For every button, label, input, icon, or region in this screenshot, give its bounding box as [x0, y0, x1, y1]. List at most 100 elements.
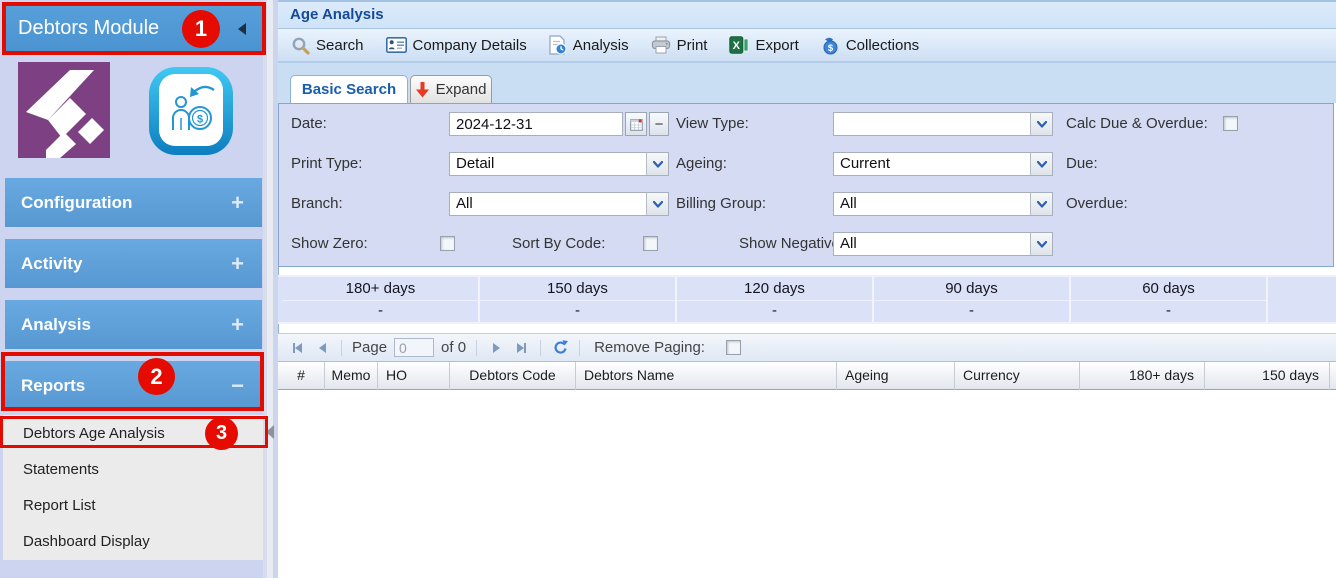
bucket-value: - — [874, 301, 1069, 322]
view-type-label: View Type: — [676, 112, 749, 136]
collections-label: Collections — [846, 37, 919, 54]
results-table-header: # Memo HO Debtors Code Debtors Name Agei… — [278, 362, 1336, 390]
submenu-label: Report List — [23, 497, 96, 514]
search-icon — [291, 36, 310, 55]
date-input[interactable] — [449, 112, 623, 136]
bucket-label: 150 days — [480, 277, 675, 301]
separator — [540, 340, 541, 356]
section-label: Configuration — [21, 193, 132, 213]
sidebar-item-analysis[interactable]: Analysis + — [5, 300, 262, 349]
chevron-down-icon — [646, 153, 668, 175]
sort-by-code-checkbox[interactable] — [643, 236, 658, 251]
next-page-button[interactable] — [487, 339, 505, 357]
clear-date-button[interactable]: − — [649, 112, 669, 136]
bucket-150-days: 150 days - — [480, 277, 677, 322]
section-label: Activity — [21, 254, 82, 274]
submenu-item-statements[interactable]: Statements — [3, 451, 263, 487]
bucket-120-days: 120 days - — [677, 277, 874, 322]
bucket-partial — [1268, 277, 1336, 322]
splitter-collapse-icon[interactable] — [266, 425, 274, 439]
ageing-label: Ageing: — [676, 152, 727, 176]
annotation-step-3: 3 — [205, 417, 238, 450]
sidebar-title: Debtors Module — [18, 17, 159, 40]
svg-text:X: X — [733, 40, 741, 52]
view-type-value — [834, 113, 1030, 135]
remove-paging-checkbox[interactable] — [726, 340, 741, 355]
column-header-debtors-name[interactable]: Debtors Name — [576, 362, 837, 390]
submenu-item-dashboard-display[interactable]: Dashboard Display — [3, 523, 263, 559]
company-details-button[interactable]: Company Details — [379, 34, 534, 57]
chevron-down-icon — [1030, 233, 1052, 255]
column-header-number[interactable]: # — [278, 362, 325, 390]
printer-icon — [651, 36, 671, 54]
sidebar-collapse-icon[interactable] — [238, 23, 246, 35]
sidebar-item-activity[interactable]: Activity + — [5, 239, 262, 288]
bucket-60-days: 60 days - — [1071, 277, 1268, 322]
page-number-input[interactable] — [394, 338, 434, 357]
show-negative-dropdown[interactable]: All — [833, 232, 1053, 256]
bucket-label: 90 days — [874, 277, 1069, 301]
section-label: Reports — [21, 376, 85, 396]
collections-button[interactable]: $ Collections — [814, 33, 926, 58]
billing-group-label: Billing Group: — [676, 192, 766, 216]
search-button[interactable]: Search — [284, 33, 371, 58]
refresh-button[interactable] — [551, 339, 569, 357]
plus-icon: + — [231, 314, 244, 336]
column-header-180-days[interactable]: 180+ days — [1080, 362, 1205, 390]
show-zero-label: Show Zero: — [291, 232, 368, 256]
bucket-value: - — [1071, 301, 1266, 322]
first-page-button[interactable] — [288, 339, 306, 357]
plus-icon: + — [231, 192, 244, 214]
sort-by-code-label: Sort By Code: — [512, 232, 605, 256]
submenu-label: Statements — [23, 461, 99, 478]
refresh-icon — [552, 340, 569, 356]
bucket-value: - — [283, 301, 478, 322]
branch-label: Branch: — [291, 192, 343, 216]
plus-icon: + — [231, 253, 244, 275]
print-button[interactable]: Print — [644, 33, 715, 57]
date-label: Date: — [291, 112, 327, 136]
red-down-arrow-icon — [416, 82, 429, 98]
analysis-button[interactable]: Analysis — [542, 32, 636, 58]
sidebar-title-bar: Debtors Module — [3, 3, 264, 54]
view-type-dropdown[interactable] — [833, 112, 1053, 136]
svg-text:$: $ — [197, 114, 203, 126]
print-type-dropdown[interactable]: Detail — [449, 152, 669, 176]
sidebar-item-reports[interactable]: Reports − — [5, 361, 262, 410]
tab-expand[interactable]: Expand — [410, 75, 492, 103]
last-page-button[interactable] — [512, 339, 530, 357]
column-header-ageing[interactable]: Ageing — [837, 362, 955, 390]
column-header-150-days[interactable]: 150 days — [1205, 362, 1330, 390]
company-logo — [18, 62, 110, 163]
branch-value: All — [450, 193, 646, 215]
page-title-text: Age Analysis — [290, 6, 384, 23]
ageing-dropdown[interactable]: Current — [833, 152, 1053, 176]
column-header-currency[interactable]: Currency — [955, 362, 1080, 390]
prev-page-button[interactable] — [313, 339, 331, 357]
column-header-ho[interactable]: HO — [378, 362, 450, 390]
billing-group-dropdown[interactable]: All — [833, 192, 1053, 216]
company-details-label: Company Details — [413, 37, 527, 54]
bucket-value: - — [480, 301, 675, 322]
submenu-item-report-list[interactable]: Report List — [3, 487, 263, 523]
bucket-label: 60 days — [1071, 277, 1266, 301]
sidebar-splitter[interactable] — [263, 0, 278, 578]
show-zero-checkbox[interactable] — [440, 236, 455, 251]
overdue-label: Overdue: — [1066, 192, 1128, 216]
column-header-debtors-code[interactable]: Debtors Code — [450, 362, 576, 390]
print-label: Print — [677, 37, 708, 54]
calc-due-overdue-checkbox[interactable] — [1223, 116, 1238, 131]
column-header-memo[interactable]: Memo — [325, 362, 378, 390]
branch-dropdown[interactable]: All — [449, 192, 669, 216]
billing-group-value: All — [834, 193, 1030, 215]
chevron-down-icon — [1030, 153, 1052, 175]
tab-basic-search[interactable]: Basic Search — [290, 75, 408, 103]
results-table-body[interactable] — [278, 390, 1336, 578]
due-label: Due: — [1066, 152, 1098, 176]
main-toolbar: Search Company Details Analysis Print X … — [278, 29, 1336, 62]
page-of-label: of 0 — [441, 339, 466, 356]
export-button[interactable]: X Export — [722, 33, 805, 57]
sidebar-item-configuration[interactable]: Configuration + — [5, 178, 262, 227]
calendar-button[interactable] — [625, 112, 647, 136]
bucket-180-days: 180+ days - — [283, 277, 480, 322]
